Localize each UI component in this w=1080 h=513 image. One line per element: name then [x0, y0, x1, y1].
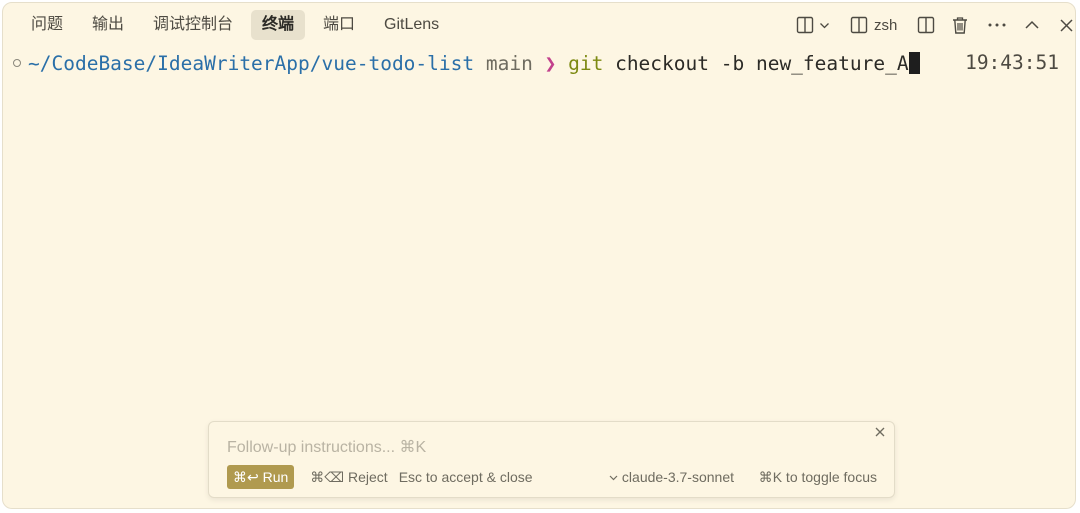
trash-icon	[951, 16, 969, 35]
inline-prompt-actions: ⌘↩ Run ⌘⌫ Reject Esc to accept & close	[227, 465, 533, 489]
model-name: claude-3.7-sonnet	[621, 469, 734, 485]
split-terminal-button[interactable]	[917, 14, 935, 36]
follow-up-input[interactable]: Follow-up instructions... ⌘K	[227, 437, 426, 457]
tab-output[interactable]: 输出	[81, 10, 135, 40]
tab-ports[interactable]: 端口	[312, 10, 366, 40]
accept-close-hint[interactable]: Esc to accept & close	[399, 469, 533, 485]
run-button[interactable]: ⌘↩ Run	[227, 465, 295, 489]
chevron-down-icon	[609, 465, 618, 489]
close-icon	[874, 425, 886, 442]
command-name: git	[568, 51, 604, 75]
tab-problems[interactable]: 问题	[20, 10, 74, 40]
model-selector[interactable]: claude-3.7-sonnet	[609, 465, 734, 489]
reject-button[interactable]: ⌘⌫ Reject	[310, 469, 387, 486]
terminal-panel: 问题 输出 调试控制台 终端 端口 GitLens zsh ~/CodeBase…	[2, 2, 1076, 509]
terminal-split-icon	[850, 16, 868, 34]
tab-gitlens[interactable]: GitLens	[373, 10, 450, 40]
close-panel-button[interactable]	[1059, 14, 1074, 36]
split-layout-icon	[796, 16, 814, 34]
more-actions-button[interactable]	[987, 14, 1007, 36]
close-icon	[1059, 18, 1074, 33]
kill-terminal-button[interactable]	[951, 14, 969, 36]
command-args: checkout -b new_feature_A	[615, 51, 909, 75]
more-icon	[987, 22, 1007, 28]
maximize-panel-button[interactable]	[1024, 14, 1040, 36]
tab-debug-console[interactable]: 调试控制台	[142, 10, 244, 40]
panel-tab-bar: 问题 输出 调试控制台 终端 端口 GitLens zsh	[3, 3, 1075, 45]
close-inline-prompt-button[interactable]	[874, 425, 888, 439]
shell-name: zsh	[874, 16, 898, 34]
git-branch: main	[485, 51, 533, 75]
text-cursor	[908, 52, 920, 74]
split-layout-button[interactable]	[796, 14, 830, 36]
prompt-line: ~/CodeBase/IdeaWriterApp/vue-todo-list m…	[13, 51, 920, 75]
inline-prompt-box: Follow-up instructions... ⌘K ⌘↩ Run ⌘⌫ R…	[208, 421, 895, 498]
shell-selector[interactable]: zsh	[850, 14, 897, 36]
command-status-circle-icon	[13, 59, 21, 67]
toggle-focus-hint: ⌘K to toggle focus	[758, 469, 877, 485]
tab-terminal[interactable]: 终端	[251, 10, 306, 40]
prompt-timestamp: 19:43:51	[965, 51, 1059, 74]
split-editor-icon	[917, 16, 935, 34]
prompt-symbol: ❯	[544, 51, 557, 75]
terminal-content[interactable]: ~/CodeBase/IdeaWriterApp/vue-todo-list m…	[3, 45, 1075, 425]
current-path: ~/CodeBase/IdeaWriterApp/vue-todo-list	[28, 51, 475, 75]
chevron-down-icon[interactable]	[819, 20, 830, 31]
chevron-up-icon	[1024, 17, 1040, 33]
